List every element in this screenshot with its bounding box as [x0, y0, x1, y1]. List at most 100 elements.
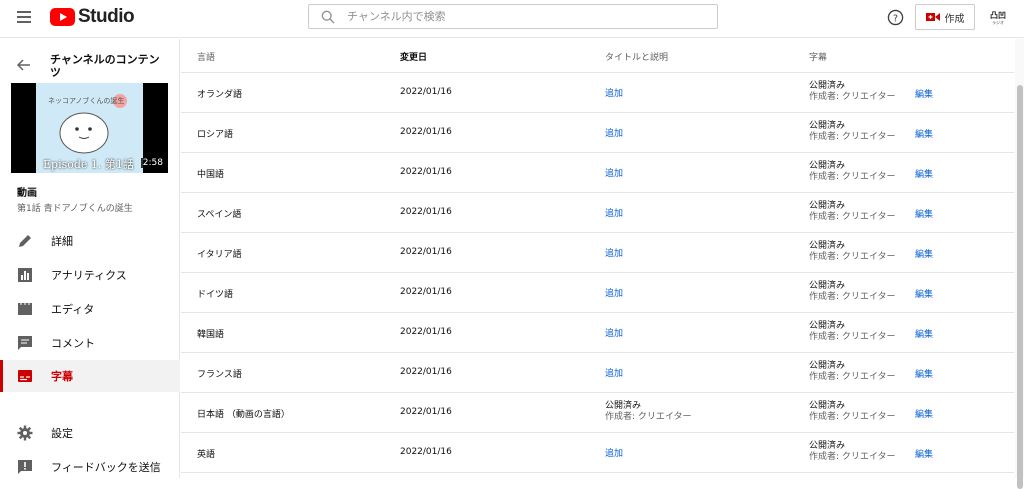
row-date: 2022/01/16 — [400, 247, 452, 257]
add-title-description-link[interactable]: 追加 — [605, 126, 623, 139]
studio-logo[interactable]: Studio — [50, 6, 135, 28]
edit-subtitles-link[interactable]: 編集 — [915, 407, 933, 420]
table-row[interactable]: ロシア語 2022/01/16 追加 公開済み 作成者: クリエイター 編集 — [181, 113, 1014, 153]
languages-table: 言語 変更日 タイトルと説明 字幕 オランダ語 2022/01/16 追加 公開… — [181, 39, 1014, 478]
sidebar-item-subtitles[interactable]: 字幕 — [0, 360, 180, 392]
table-row[interactable]: イタリア語 2022/01/16 追加 公開済み 作成者: クリエイター 編集 — [181, 233, 1014, 273]
edit-subtitles-link[interactable]: 編集 — [915, 247, 933, 260]
back-to-content[interactable]: チャンネルのコンテンツ — [0, 45, 180, 79]
edit-subtitles-link[interactable]: 編集 — [915, 207, 933, 220]
video-thumbnail[interactable]: ネッコアノブくんの誕生 Episode 1. 第1話 2:58 — [11, 83, 168, 173]
search-box[interactable] — [308, 4, 718, 29]
sidebar-item-analytics[interactable]: アナリティクス — [0, 259, 180, 291]
sidebar-item-settings[interactable]: 設定 — [0, 417, 180, 449]
subtitle-status: 公開済み 作成者: クリエイター — [809, 281, 896, 303]
edit-subtitles-link[interactable]: 編集 — [915, 167, 933, 180]
table-row[interactable]: スペイン語 2022/01/16 追加 公開済み 作成者: クリエイター 編集 — [181, 193, 1014, 233]
table-row[interactable]: オランダ語 2022/01/16 追加 公開済み 作成者: クリエイター 編集 — [181, 73, 1014, 113]
row-language: フランス語 — [197, 370, 242, 380]
menu-icon[interactable] — [17, 11, 31, 23]
row-date: 2022/01/16 — [400, 367, 452, 377]
create-label: 作成 — [944, 13, 965, 25]
edit-subtitles-link[interactable]: 編集 — [915, 447, 933, 460]
row-date: 2022/01/16 — [400, 327, 452, 337]
table-row[interactable]: フランス語 2022/01/16 追加 公開済み 作成者: クリエイター 編集 — [181, 353, 1014, 393]
row-language: スペイン語 — [197, 210, 242, 220]
help-icon[interactable]: ? — [887, 9, 904, 26]
column-header-title-description: タイトルと説明 — [605, 53, 669, 63]
add-title-description-link[interactable]: 追加 — [605, 286, 623, 299]
channel-avatar-text: 凸凹 — [990, 10, 1006, 20]
sidebar-item-details[interactable]: 詳細 — [0, 225, 180, 257]
subtitle-status: 公開済み 作成者: クリエイター — [809, 201, 896, 223]
search-icon — [321, 10, 335, 24]
add-title-description-link[interactable]: 追加 — [605, 246, 623, 259]
back-arrow-icon[interactable] — [17, 58, 31, 72]
status-label: 公開済み — [809, 281, 846, 291]
sidebar: チャンネルのコンテンツ ネッコアノブくんの誕生 Episode 1. 第1話 2… — [0, 39, 180, 478]
table-row[interactable]: 英語 2022/01/16 追加 公開済み 作成者: クリエイター 編集 — [181, 433, 1014, 473]
video-title: 第1話 青ドアノブくんの誕生 — [17, 204, 133, 214]
sidebar-item-label: フィードバックを送信 — [51, 461, 161, 474]
sidebar-item-label: エディタ — [51, 303, 95, 316]
author-label: 作成者: クリエイター — [809, 292, 896, 302]
analytics-icon — [18, 268, 32, 282]
scrollbar[interactable] — [1015, 39, 1024, 489]
video-label: 動画 — [17, 188, 37, 199]
column-header-language[interactable]: 言語 — [197, 50, 215, 63]
status-label: 公開済み — [809, 201, 846, 211]
edit-subtitles-link[interactable]: 編集 — [915, 327, 933, 340]
author-label: 作成者: クリエイター — [809, 332, 896, 342]
search-input[interactable] — [347, 10, 687, 23]
feedback-icon — [18, 460, 32, 474]
add-title-description-link[interactable]: 追加 — [605, 446, 623, 459]
edit-subtitles-link[interactable]: 編集 — [915, 287, 933, 300]
status-label: 公開済み — [809, 81, 846, 91]
subtitles-icon — [18, 370, 32, 382]
edit-subtitles-link[interactable]: 編集 — [915, 367, 933, 380]
table-row[interactable]: 韓国語 2022/01/16 追加 公開済み 作成者: クリエイター 編集 — [181, 313, 1014, 353]
channel-content-title[interactable]: チャンネルのコンテンツ — [50, 53, 170, 79]
row-date: 2022/01/16 — [400, 407, 452, 417]
author-label: 作成者: クリエイター — [809, 252, 896, 262]
table-row[interactable]: ドイツ語 2022/01/16 追加 公開済み 作成者: クリエイター 編集 — [181, 273, 1014, 313]
sidebar-item-label: 字幕 — [51, 370, 73, 383]
table-header: 言語 変更日 タイトルと説明 字幕 — [181, 39, 1014, 73]
column-header-modified[interactable]: 変更日 — [400, 50, 427, 63]
add-title-description-link[interactable]: 追加 — [605, 86, 623, 99]
row-language: 中国語 — [197, 170, 225, 180]
sidebar-item-comments[interactable]: コメント — [0, 327, 180, 359]
sidebar-item-feedback[interactable]: フィードバックを送信 — [0, 451, 180, 483]
sidebar-item-editor[interactable]: エディタ — [0, 293, 180, 325]
top-header: Studio ? 作成 凸凹 ラジオ — [0, 0, 1024, 38]
video-duration: 2:58 — [140, 158, 165, 168]
active-indicator — [0, 360, 3, 392]
table-row[interactable]: 中国語 2022/01/16 追加 公開済み 作成者: クリエイター 編集 — [181, 153, 1014, 193]
add-title-description-link[interactable]: 追加 — [605, 366, 623, 379]
edit-subtitles-link[interactable]: 編集 — [915, 127, 933, 140]
row-language: 英語 — [197, 450, 216, 460]
edit-subtitles-link[interactable]: 編集 — [915, 87, 933, 100]
author-label: 作成者: クリエイター — [809, 132, 896, 142]
thumbnail-caption: Episode 1. 第1話 — [43, 158, 134, 171]
sidebar-item-label: アナリティクス — [51, 269, 127, 282]
editor-icon — [18, 303, 32, 315]
status-label: 公開済み — [809, 161, 846, 171]
subtitle-status: 公開済み 作成者: クリエイター — [809, 321, 896, 343]
add-title-description-link[interactable]: 追加 — [605, 166, 623, 179]
table-row[interactable]: 日本語 （動画の言語） 2022/01/16 公開済み 作成者: クリエイター 公… — [181, 393, 1014, 433]
row-language: 日本語 （動画の言語） — [197, 410, 290, 420]
add-title-description-link[interactable]: 追加 — [605, 206, 623, 219]
add-title-description-link[interactable]: 追加 — [605, 326, 623, 339]
create-button[interactable]: 作成 — [915, 4, 975, 30]
sidebar-item-label: コメント — [51, 337, 95, 350]
youtube-play-icon — [50, 8, 75, 26]
sidebar-item-label: 設定 — [51, 427, 73, 440]
author-label: 作成者: クリエイター — [809, 372, 896, 382]
scrollbar-thumb[interactable] — [1017, 85, 1023, 489]
author-label: 作成者: クリエイター — [809, 412, 896, 422]
channel-avatar[interactable]: 凸凹 ラジオ — [987, 7, 1009, 29]
title-description-status[interactable]: 公開済み 作成者: クリエイター — [605, 401, 692, 423]
sidebar-item-label: 詳細 — [51, 235, 73, 248]
row-date: 2022/01/16 — [400, 287, 452, 297]
